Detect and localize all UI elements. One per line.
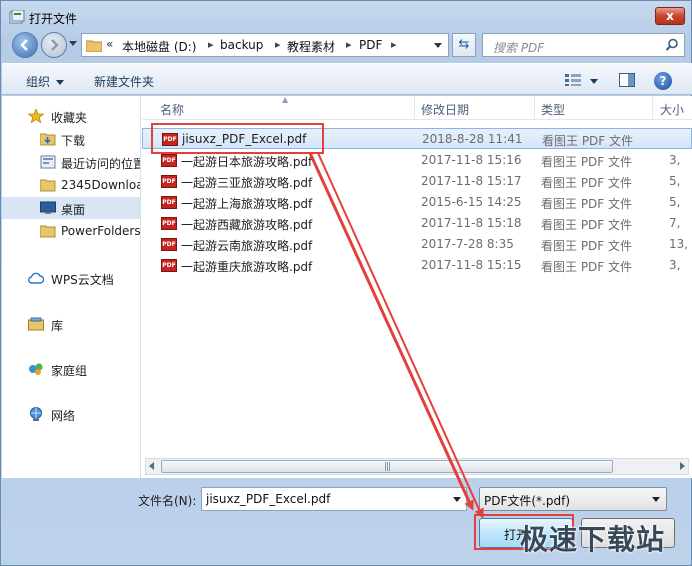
annotation-arrows — [308, 152, 484, 519]
annotation-arrow — [308, 152, 474, 511]
watermark: 极速下载站 — [520, 523, 666, 556]
annotation-arrow — [317, 152, 484, 519]
